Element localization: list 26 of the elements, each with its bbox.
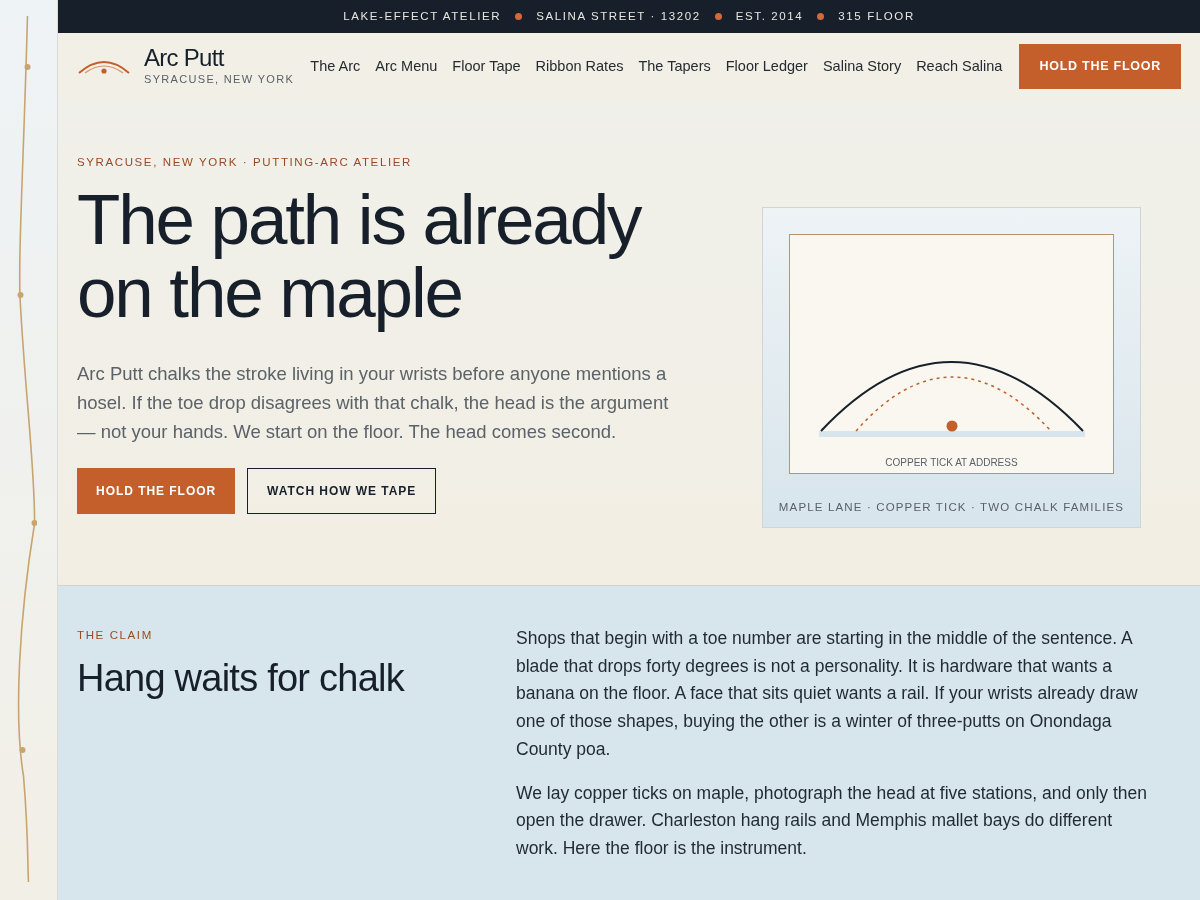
section-paragraph: Shops that begin with a toe number are starting in the middle of the sentence. A blade that drops forty degrees is not a personality. It is hardware that wants a banana on the floor. A face that sits quiet wants a rail. If your wrists already draw one of those shapes, buying the other is a winter of three-putts on Onondaga County poa. xyxy=(516,627,1139,761)
diagram-caption: COPPER TICK AT ADDRESS xyxy=(885,456,1018,470)
nav-link[interactable]: Arc Menu xyxy=(375,55,438,78)
hold-floor-button[interactable]: HOLD THE FLOOR xyxy=(77,468,236,515)
watch-button[interactable]: WATCH HOW WE TAPE xyxy=(247,468,437,515)
topbar-text: 315 FLOOR xyxy=(838,8,915,24)
nav-link[interactable]: Reach Salina xyxy=(916,55,1003,78)
brand-name[interactable]: Arc Putt xyxy=(144,45,295,72)
section-title: Hang waits for chalk xyxy=(77,656,406,702)
topbar-text: SALINA STREET · 13202 xyxy=(536,8,701,24)
nav-link[interactable]: The Arc xyxy=(310,55,361,78)
hero-title: The path is already on the maple xyxy=(77,183,642,330)
nav-link[interactable]: Salina Story xyxy=(822,55,902,78)
section-eyebrow: THE CLAIM xyxy=(77,628,154,643)
section-paragraph: We lay copper ticks on maple, photograph the head at five stations, and only then open the drawer. Charleston hang rails and Memphis mallet bays do different work. Here the floor is the instrument. xyxy=(516,781,1149,860)
nav-link[interactable]: Ribbon Rates xyxy=(535,55,624,78)
nav-link[interactable]: Floor Ledger xyxy=(725,55,808,78)
figure-caption: MAPLE LANE · COPPER TICK · TWO CHALK FAMILIES xyxy=(778,500,1125,515)
brand-location: SYRACUSE, NEW YORK xyxy=(144,72,295,88)
hero-paragraph: Arc Putt chalks the stroke living in your wrists before anyone mentions a hosel. If the toe drop disagrees with that chalk, the head is the argument — not your hands. We start on the floor. The head comes second. xyxy=(77,362,669,445)
hold-floor-button[interactable]: HOLD THE FLOOR xyxy=(1019,44,1181,89)
nav-link[interactable]: The Tapers xyxy=(638,55,711,78)
hero-eyebrow: SYRACUSE, NEW YORK · PUTTING-ARC ATELIER xyxy=(77,155,413,170)
topbar-text: EST. 2014 xyxy=(735,8,804,24)
nav-link[interactable]: Floor Tape xyxy=(452,55,521,78)
topbar-text: LAKE-EFFECT ATELIER xyxy=(343,8,502,24)
